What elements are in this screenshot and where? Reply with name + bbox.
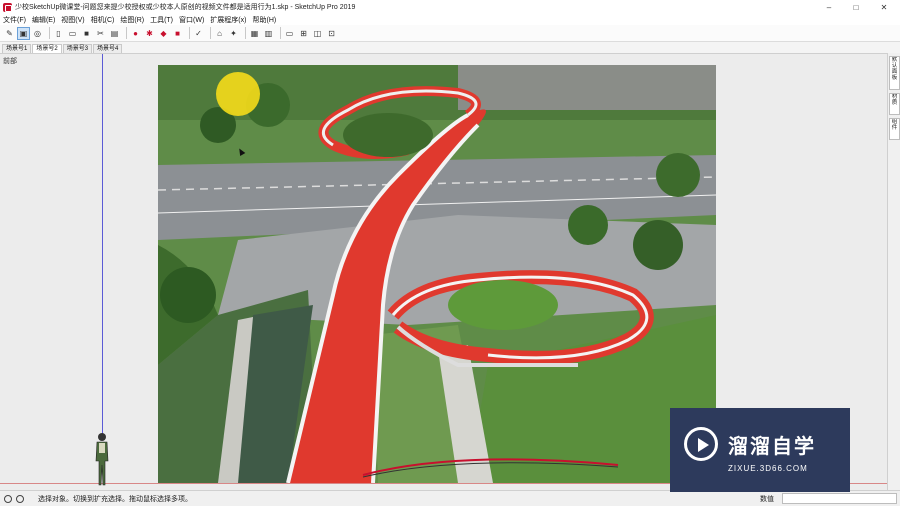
status-bar: 选择对象。切换到扩充选择。拖动鼠标选择多项。 数值 xyxy=(0,490,900,506)
maximize-button[interactable]: □ xyxy=(843,0,869,14)
orbit-icon[interactable]: ◎ xyxy=(32,28,43,39)
scene-tabs: 场景号1 场景号2 场景号3 场景号4 xyxy=(0,42,900,53)
blue-axis xyxy=(102,54,103,434)
style-builder-icon[interactable]: ▥ xyxy=(263,28,274,39)
new-file-icon[interactable]: ▯ xyxy=(53,28,64,39)
scene-tab-2[interactable]: 场景号2 xyxy=(32,44,62,53)
layout-icon[interactable]: ▦ xyxy=(249,28,260,39)
menu-help[interactable]: 帮助(H) xyxy=(249,15,279,25)
shadow-icon[interactable]: ◫ xyxy=(312,28,323,39)
extension-icon[interactable]: ✦ xyxy=(228,28,239,39)
sketchup-logo-icon xyxy=(3,2,12,12)
view-label: 前部 xyxy=(3,58,17,65)
gear-red-icon[interactable]: ✱ xyxy=(144,28,155,39)
bridge-photo-image[interactable] xyxy=(158,65,716,483)
info-icon[interactable] xyxy=(16,494,24,503)
camera-view-icon[interactable]: ▭ xyxy=(284,28,295,39)
toolbar: ✎ ▣ ◎ ▯ ▭ ■ ✂ ▤ ● ✱ ◆ ■ ✓ ⌂ ✦ ▦ ▥ ▭ ⊞ ◫ … xyxy=(0,25,900,42)
lock-icon[interactable]: ⊡ xyxy=(326,28,337,39)
menu-window[interactable]: 窗口(W) xyxy=(176,15,207,25)
toolbar-separator xyxy=(126,27,127,39)
watermark-brand: 溜溜自学 xyxy=(728,433,816,458)
scene-tab-3[interactable]: 场景号3 xyxy=(62,44,93,53)
pencil-icon[interactable]: ✎ xyxy=(4,28,15,39)
default-tray-panel: 默认面板 材质 组件 xyxy=(887,53,900,490)
scale-figure-person xyxy=(95,433,109,486)
toolbar-separator xyxy=(189,27,190,39)
window-title: 少校SketchUp微课堂-问题您来提少校授权或少校本人原创的视频文件都是适用行… xyxy=(15,4,356,11)
copy-icon[interactable]: ▤ xyxy=(109,28,120,39)
toolbar-separator xyxy=(210,27,211,39)
menu-tools[interactable]: 工具(T) xyxy=(147,15,176,25)
play-logo-icon xyxy=(684,427,718,461)
menu-edit[interactable]: 编辑(E) xyxy=(29,15,58,25)
warehouse-icon[interactable]: ⌂ xyxy=(214,28,225,39)
tray-tab-components[interactable]: 组件 xyxy=(889,118,900,140)
menu-file[interactable]: 文件(F) xyxy=(0,15,29,25)
measurements-input[interactable] xyxy=(782,493,897,504)
section-icon[interactable]: ⊞ xyxy=(298,28,309,39)
red-square-icon[interactable]: ■ xyxy=(172,28,183,39)
toolbar-separator xyxy=(49,27,50,39)
title-bar: 少校SketchUp微课堂-问题您来提少校授权或少校本人原创的视频文件都是适用行… xyxy=(0,0,900,14)
tray-tab-materials[interactable]: 材质 xyxy=(889,93,900,115)
menu-extensions[interactable]: 扩展程序(x) xyxy=(207,15,249,25)
scene-tab-4[interactable]: 场景号4 xyxy=(93,44,123,53)
menu-bar: 文件(F) 编辑(E) 视图(V) 相机(C) 绘图(R) 工具(T) 窗口(W… xyxy=(0,14,900,25)
minimize-button[interactable]: – xyxy=(816,0,842,14)
open-folder-icon[interactable]: ▭ xyxy=(67,28,78,39)
paint-bucket-icon[interactable]: ◆ xyxy=(158,28,169,39)
menu-draw[interactable]: 绘图(R) xyxy=(117,15,147,25)
status-text: 选择对象。切换到扩充选择。拖动鼠标选择多项。 xyxy=(38,495,192,503)
cut-icon[interactable]: ✂ xyxy=(95,28,106,39)
measurements-label: 数值 xyxy=(760,496,774,503)
menu-camera[interactable]: 相机(C) xyxy=(88,15,118,25)
check-circle-icon[interactable]: ✓ xyxy=(193,28,204,39)
menu-view[interactable]: 视图(V) xyxy=(58,15,87,25)
close-button[interactable]: ✕ xyxy=(871,0,897,14)
geo-location-icon[interactable] xyxy=(4,494,12,503)
material-red-icon[interactable]: ● xyxy=(130,28,141,39)
watermark-url: ZIXUE.3D66.COM xyxy=(728,464,808,473)
tray-tab-default[interactable]: 默认面板 xyxy=(889,56,900,90)
toolbar-separator xyxy=(280,27,281,39)
select-icon[interactable]: ▣ xyxy=(17,26,30,40)
scene-tab-1[interactable]: 场景号1 xyxy=(2,44,32,53)
watermark-logo: 溜溜自学 ZIXUE.3D66.COM xyxy=(670,408,850,492)
toolbar-separator xyxy=(245,27,246,39)
save-icon[interactable]: ■ xyxy=(81,28,92,39)
